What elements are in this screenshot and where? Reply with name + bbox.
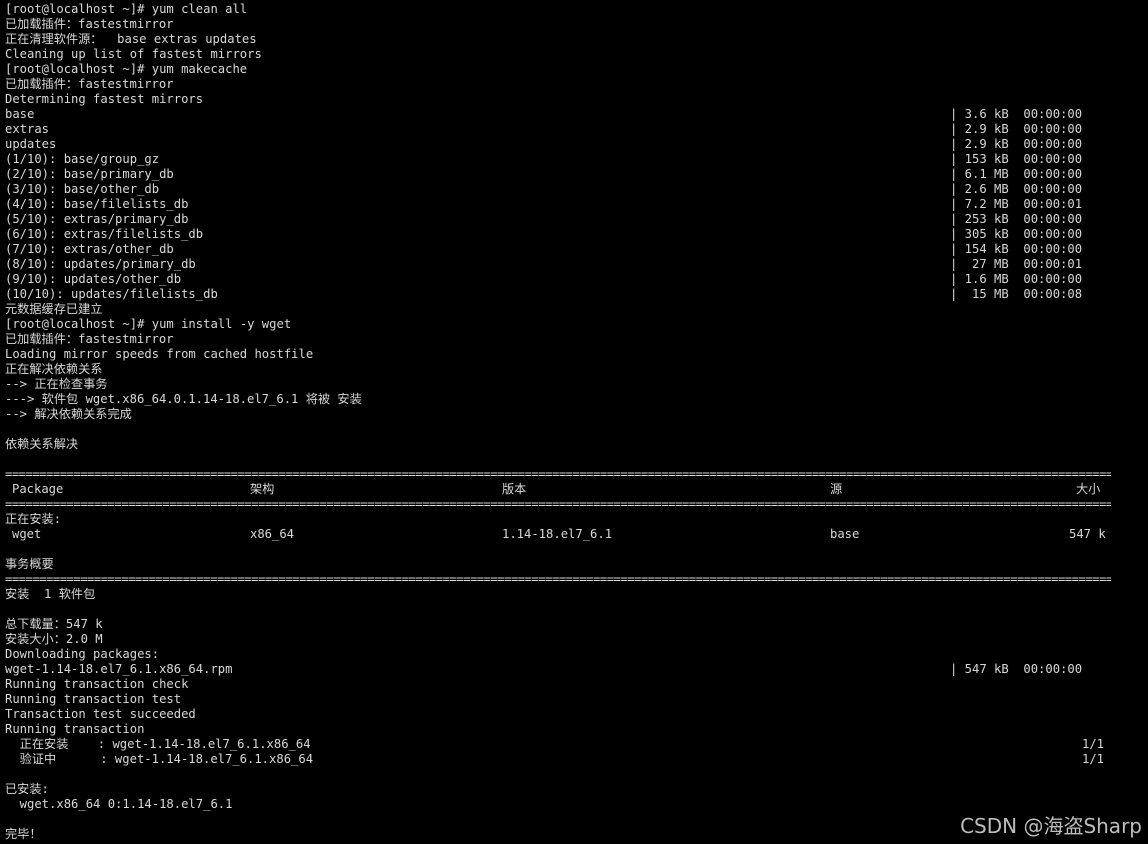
terminal-line: Running transaction test	[5, 692, 182, 706]
terminal-line: 正在解决依赖关系	[5, 362, 103, 376]
terminal-line: (1/10): base/group_gz	[5, 152, 160, 166]
download-stat: | 153 kB 00:00:00	[950, 152, 1083, 166]
terminal-line: 安装大小：2.0 M	[5, 632, 103, 646]
download-stat: | 15 MB 00:00:08	[950, 287, 1083, 301]
row-repo: base	[830, 527, 860, 541]
terminal-line: 正在安装:	[5, 512, 62, 526]
row-version: 1.14-18.el7_6.1	[502, 527, 613, 541]
download-stat: | 253 kB 00:00:00	[950, 212, 1083, 226]
header-version: 版本	[502, 482, 527, 496]
terminal-line: (8/10): updates/primary_db	[5, 257, 196, 271]
terminal-line: Determining fastest mirrors	[5, 92, 204, 106]
terminal-line: 总下载量：547 k	[5, 617, 103, 631]
download-stat: | 6.1 MB 00:00:00	[950, 167, 1083, 181]
header-size: 大小	[1076, 482, 1101, 496]
terminal-line: (7/10): extras/other_db	[5, 242, 174, 256]
download-stat: | 305 kB 00:00:00	[950, 227, 1083, 241]
terminal-line: wget.x86_64 0:1.14-18.el7_6.1	[5, 797, 233, 811]
terminal-line: Running transaction	[5, 722, 145, 736]
terminal-line: extras	[5, 122, 50, 136]
table-separator: ========================================…	[5, 467, 1111, 481]
terminal-line: 已加载插件：fastestmirror	[5, 77, 174, 91]
terminal-line: ---> 软件包 wget.x86_64.0.1.14-18.el7_6.1 将…	[5, 392, 362, 406]
terminal-line: 正在清理软件源： base extras updates	[5, 32, 257, 46]
terminal-line: (3/10): base/other_db	[5, 182, 160, 196]
terminal-line: 事务概要	[5, 557, 54, 571]
terminal-line: 完毕！	[5, 827, 42, 841]
table-separator: ========================================…	[5, 572, 1111, 586]
terminal-line: 验证中 : wget-1.14-18.el7_6.1.x86_64	[5, 752, 314, 766]
download-stat: | 7.2 MB 00:00:01	[950, 197, 1083, 211]
progress-count: 1/1	[1082, 752, 1105, 766]
terminal-line: 元数据缓存已建立	[5, 302, 103, 316]
terminal-line: 已安装:	[5, 782, 49, 796]
header-package: Package	[12, 482, 64, 496]
download-stat: | 154 kB 00:00:00	[950, 242, 1083, 256]
terminal-line: Running transaction check	[5, 677, 189, 691]
terminal-line: 安装 1 软件包	[5, 587, 96, 601]
terminal-line: (6/10): extras/filelists_db	[5, 227, 204, 241]
download-stat: | 2.9 kB 00:00:00	[950, 137, 1083, 151]
terminal-line: (4/10): base/filelists_db	[5, 197, 189, 211]
download-stat: | 1.6 MB 00:00:00	[950, 272, 1083, 286]
terminal-window[interactable]: [root@localhost ~]# yum clean all 已加载插件：…	[0, 0, 1148, 844]
download-stat: | 547 kB 00:00:00	[950, 662, 1083, 676]
terminal-line: 已加载插件：fastestmirror	[5, 17, 174, 31]
terminal-line: (10/10): updates/filelists_db	[5, 287, 218, 301]
terminal-line: 正在安装 : wget-1.14-18.el7_6.1.x86_64	[5, 737, 311, 751]
download-stat: | 2.9 kB 00:00:00	[950, 122, 1083, 136]
terminal-line: [root@localhost ~]# yum clean all	[5, 2, 248, 16]
terminal-line: 依赖关系解决	[5, 437, 79, 451]
terminal-line: [root@localhost ~]# yum install -y wget	[5, 317, 292, 331]
terminal-line: (2/10): base/primary_db	[5, 167, 174, 181]
header-repo: 源	[830, 482, 843, 496]
progress-count: 1/1	[1082, 737, 1105, 751]
terminal-line: --> 解决依赖关系完成	[5, 407, 132, 421]
terminal-line: Transaction test succeeded	[5, 707, 196, 721]
download-stat: | 3.6 kB 00:00:00	[950, 107, 1083, 121]
terminal-line: (5/10): extras/primary_db	[5, 212, 189, 226]
row-arch: x86_64	[250, 527, 295, 541]
terminal-line: updates	[5, 137, 57, 151]
download-stat: | 27 MB 00:00:01	[950, 257, 1083, 271]
terminal-line: (9/10): updates/other_db	[5, 272, 182, 286]
terminal-line: base	[5, 107, 35, 121]
download-stat: | 2.6 MB 00:00:00	[950, 182, 1083, 196]
header-arch: 架构	[250, 482, 275, 496]
terminal-line: Downloading packages:	[5, 647, 160, 661]
terminal-line: Loading mirror speeds from cached hostfi…	[5, 347, 314, 361]
terminal-line: --> 正在检查事务	[5, 377, 108, 391]
terminal-line: [root@localhost ~]# yum makecache	[5, 62, 248, 76]
terminal-line: 已加载插件：fastestmirror	[5, 332, 174, 346]
row-package: wget	[12, 527, 42, 541]
csdn-watermark: CSDN @海盗Sharp	[960, 814, 1142, 838]
table-separator: ========================================…	[5, 497, 1111, 511]
row-size: 547 k	[1069, 527, 1106, 541]
terminal-line: wget-1.14-18.el7_6.1.x86_64.rpm	[5, 662, 233, 676]
terminal-line: Cleaning up list of fastest mirrors	[5, 47, 262, 61]
